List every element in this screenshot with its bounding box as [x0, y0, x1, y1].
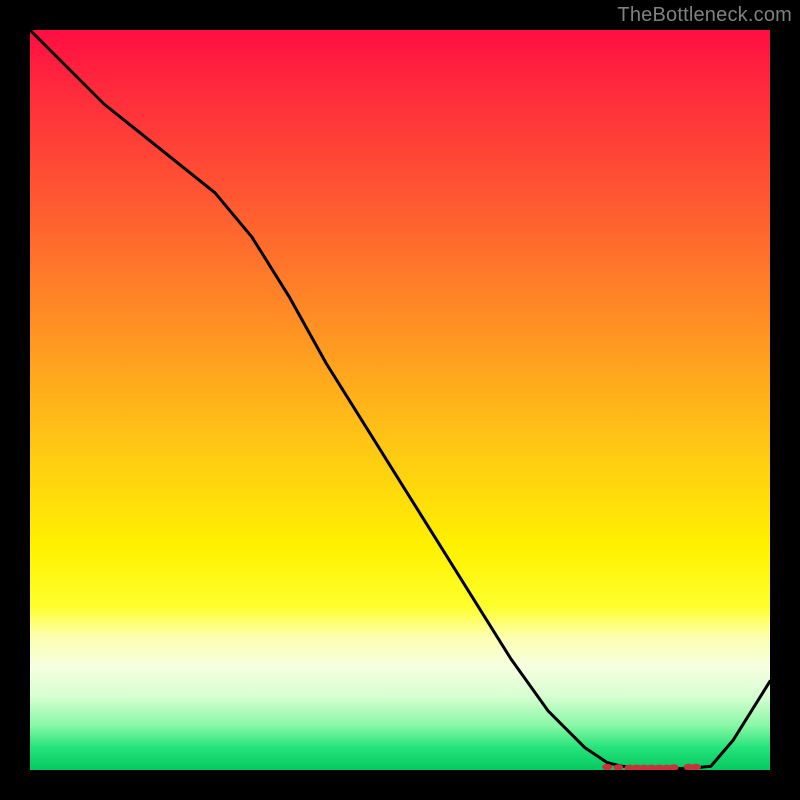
watermark-text: TheBottleneck.com — [617, 4, 792, 27]
chart-frame: TheBottleneck.com — [0, 0, 800, 800]
chart-svg — [30, 30, 770, 770]
floor-marker-icon — [669, 764, 679, 770]
floor-marker-icon — [602, 764, 612, 770]
chart-markers-group — [602, 764, 701, 770]
chart-line — [30, 30, 770, 769]
plot-area — [30, 30, 770, 770]
floor-marker-icon — [691, 764, 701, 770]
